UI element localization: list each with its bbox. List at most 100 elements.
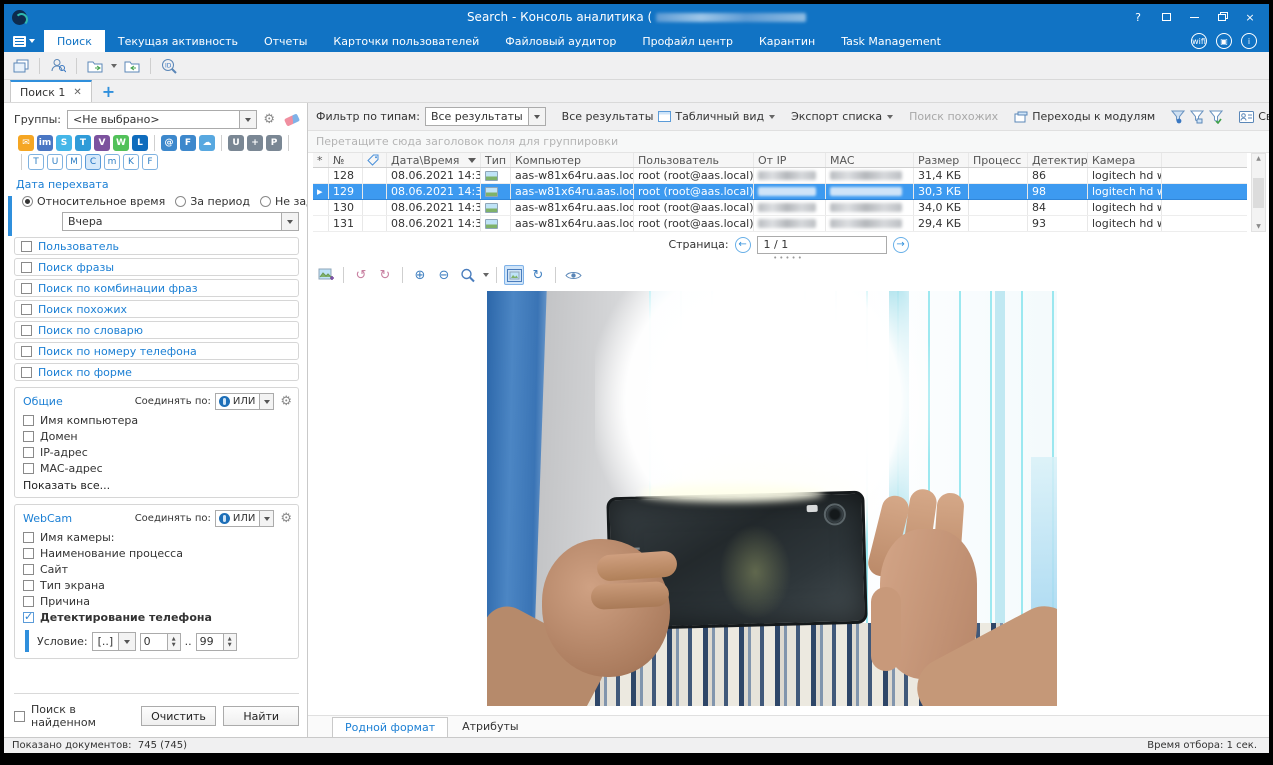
checkbox-icon[interactable] [23, 564, 34, 575]
restore-button[interactable] [1209, 7, 1235, 27]
id-search-icon[interactable]: ID [158, 56, 180, 76]
checkbox-icon[interactable] [23, 431, 34, 442]
app-menu-button[interactable] [4, 30, 44, 52]
keyboard-icon[interactable]: K [123, 154, 139, 170]
find-button[interactable]: Найти [223, 706, 299, 726]
column-header-детектирова[interactable]: Детектирова [1028, 153, 1088, 167]
checkbox-icon[interactable] [21, 367, 32, 378]
folder-export-icon[interactable] [84, 56, 106, 76]
column-header-дата-время[interactable]: Дата\Время [387, 153, 481, 167]
menu-tab-карточки-пользователей[interactable]: Карточки пользователей [320, 30, 492, 52]
info-icon[interactable]: i [1241, 33, 1257, 49]
spinner-arrows-icon[interactable]: ▲▼ [167, 634, 180, 650]
column-header-mac[interactable]: MAC [826, 153, 914, 167]
user-activity-icon[interactable]: U [47, 154, 63, 170]
checkbox-icon[interactable] [21, 346, 32, 357]
minimize-button[interactable] [1181, 7, 1207, 27]
microphone-icon[interactable]: m [104, 154, 120, 170]
dropdown-button[interactable] [239, 111, 256, 128]
dropdown-button[interactable] [259, 394, 273, 409]
column-header-пользователь[interactable]: Пользователь [634, 153, 754, 167]
goto-modules-button[interactable]: Переходы к модулям [1014, 110, 1155, 123]
spinner-arrows-icon[interactable]: ▲▼ [223, 634, 236, 650]
chevron-down-icon[interactable] [483, 273, 489, 277]
table-row[interactable]: 13008.06.2021 14:39:36aas-w81x64ru.aas.l… [313, 200, 1247, 216]
column-header-тип-фа[interactable]: Тип фа [481, 153, 511, 167]
mail-icon[interactable]: ✉ [18, 135, 34, 151]
dropdown-button[interactable] [118, 633, 135, 650]
checkbox-icon[interactable] [21, 325, 32, 336]
splitter-handle[interactable]: ••••• [308, 255, 1269, 261]
period-dropdown[interactable]: Вчера [62, 212, 299, 231]
common-filter-ip-адрес[interactable]: IP-адрес [23, 446, 292, 459]
condition-from-stepper[interactable]: 0 ▲▼ [140, 633, 181, 651]
windows-cascade-icon[interactable] [10, 56, 32, 76]
condition-to-stepper[interactable]: 99 ▲▼ [196, 633, 237, 651]
join-dropdown[interactable]: ИЛИ [215, 393, 274, 410]
join-dropdown[interactable]: ИЛИ [215, 510, 274, 527]
magnifier-icon[interactable] [458, 265, 478, 285]
checkbox-icon[interactable] [21, 241, 32, 252]
show-all-link[interactable]: Показать все... [23, 479, 292, 492]
common-filter-mac-адрес[interactable]: MAC-адрес [23, 462, 292, 475]
menu-tab-текущая-активность[interactable]: Текущая активность [105, 30, 251, 52]
filter-box-поиск-фразы[interactable]: Поиск фразы [14, 258, 299, 276]
eye-icon[interactable] [563, 265, 583, 285]
package-icon[interactable]: ▣ [1216, 33, 1232, 49]
chevron-down-icon[interactable] [111, 64, 117, 68]
search-similar-button[interactable]: Поиск похожих [909, 110, 998, 123]
table-row[interactable]: 12808.06.2021 14:39:41aas-w81x64ru.aas.l… [313, 168, 1247, 184]
table-row[interactable]: ▸12908.06.2021 14:39:38aas-w81x64ru.aas.… [313, 184, 1247, 200]
close-tab-icon[interactable]: ✕ [73, 87, 81, 98]
checkbox-icon[interactable] [23, 580, 34, 591]
gear-icon[interactable]: ⚙ [280, 395, 292, 408]
dropdown-button[interactable] [281, 213, 298, 230]
next-page-button[interactable]: → [893, 237, 909, 253]
search-tab-1[interactable]: Поиск 1 ✕ [10, 80, 92, 102]
http-icon[interactable]: @ [161, 135, 177, 151]
previous-page-button[interactable]: ← [735, 237, 751, 253]
scroll-down-icon[interactable]: ▼ [1256, 223, 1261, 230]
im-icon[interactable]: im [37, 135, 53, 151]
table-header-row[interactable]: *№Дата\ВремяТип фаКомпьютерПользовательО… [313, 153, 1247, 168]
rotate-right-icon[interactable]: ↻ [375, 265, 395, 285]
column-header-размер[interactable]: Размер [914, 153, 969, 167]
filter-funnel-edit-icon[interactable] [1190, 110, 1204, 124]
date-option-относительное-время[interactable]: Относительное время [22, 195, 165, 208]
viber-icon[interactable]: V [94, 135, 110, 151]
scrollbar-thumb[interactable] [1253, 178, 1264, 208]
telegram-icon[interactable]: T [75, 135, 91, 151]
search-in-found-checkbox[interactable] [14, 711, 25, 722]
gear-icon[interactable]: ⚙ [263, 113, 275, 126]
eraser-icon[interactable] [284, 113, 300, 126]
checkbox-icon[interactable] [23, 415, 34, 426]
connection-status-icon[interactable]: wifi [1191, 33, 1207, 49]
monitor-icon[interactable]: M [66, 154, 82, 170]
webcam-filter-детектирование-телефона[interactable]: Детектирование телефона [23, 611, 292, 624]
gear-icon[interactable]: ⚙ [280, 512, 292, 525]
webcam-filter-причина[interactable]: Причина [23, 595, 292, 608]
filter-box-поиск-по-номеру-телефона[interactable]: Поиск по номеру телефона [14, 342, 299, 360]
clear-button[interactable]: Очистить [141, 706, 217, 726]
column-header-tag[interactable] [363, 153, 387, 167]
menu-tab-профайл-центр[interactable]: Профайл центр [629, 30, 746, 52]
menu-tab-task-management[interactable]: Task Management [828, 30, 954, 52]
common-filter-имя-компьютера[interactable]: Имя компьютера [23, 414, 292, 427]
webcam-filter-сайт[interactable]: Сайт [23, 563, 292, 576]
column-header-камера[interactable]: Камера [1088, 153, 1162, 167]
checkbox-icon[interactable] [23, 612, 34, 623]
group-by-bar[interactable]: Перетащите сюда заголовок поля для групп… [308, 131, 1269, 153]
help-button[interactable]: ? [1125, 7, 1151, 27]
column-header-компьютер[interactable]: Компьютер [511, 153, 634, 167]
column-header-[interactable]: * [313, 153, 329, 167]
fit-to-window-icon[interactable] [504, 265, 524, 285]
condition-operator-dropdown[interactable]: [..] [92, 632, 136, 651]
table-row[interactable]: 13108.06.2021 14:39:33aas-w81x64ru.aas.l… [313, 216, 1247, 232]
checkbox-icon[interactable] [23, 463, 34, 474]
date-option-за-период[interactable]: За период [175, 195, 250, 208]
webcam-filter-тип-экрана[interactable]: Тип экрана [23, 579, 292, 592]
device-search-icon[interactable]: + [247, 135, 263, 151]
filter-box-поиск-похожих[interactable]: Поиск похожих [14, 300, 299, 318]
menu-tab-поиск[interactable]: Поиск [44, 30, 105, 52]
filter-box-пользователь[interactable]: Пользователь [14, 237, 299, 255]
